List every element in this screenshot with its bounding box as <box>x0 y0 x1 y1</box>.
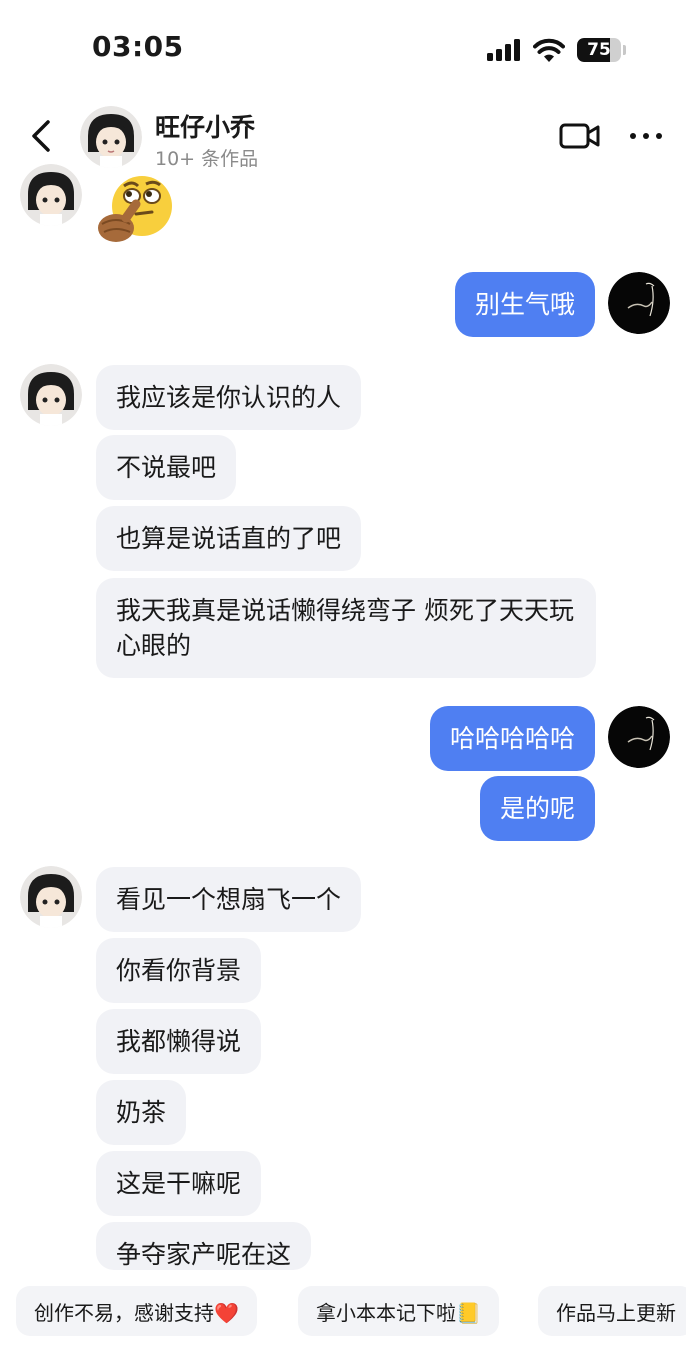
incoming-message[interactable]: 你看你背景 <box>96 938 262 1003</box>
incoming-message[interactable]: 争夺家产呢在这 <box>96 1222 312 1270</box>
incoming-message[interactable]: 我都懒得说 <box>96 1009 262 1074</box>
contact-avatar[interactable] <box>80 106 142 168</box>
incoming-message[interactable]: 奶茶 <box>96 1080 187 1145</box>
outgoing-message[interactable]: 别生气哦 <box>454 272 595 337</box>
incoming-message[interactable]: 也算是说话直的了吧 <box>96 506 362 571</box>
video-call-button[interactable] <box>558 118 602 154</box>
my-avatar[interactable] <box>608 706 670 768</box>
battery-percentage: 75 <box>587 40 611 60</box>
contact-avatar-small[interactable] <box>20 364 82 426</box>
incoming-message[interactable]: 不说最吧 <box>96 435 237 500</box>
signal-icon <box>487 39 520 61</box>
status-bar: 03:05 75 <box>0 0 686 100</box>
back-button[interactable] <box>22 114 62 158</box>
contact-subtitle: 10+ 条作品 <box>155 148 259 170</box>
outgoing-message[interactable]: 是的呢 <box>479 776 595 841</box>
battery-icon: 75 <box>577 38 621 62</box>
quick-reply-bar: 创作不易，感谢支持❤️ 拿小本本记下啦📒 作品马上更新 <box>0 1282 686 1342</box>
incoming-message[interactable]: 我天我真是说话懒得绕弯子 烦死了天天玩心眼的 <box>96 578 596 678</box>
video-camera-icon <box>559 123 600 149</box>
chat-header: 旺仔小乔 10+ 条作品 <box>0 100 686 172</box>
quick-reply-chip[interactable]: 拿小本本记下啦📒 <box>298 1286 499 1336</box>
my-avatar[interactable] <box>608 272 670 334</box>
quick-reply-chip[interactable]: 作品马上更新 <box>538 1286 686 1336</box>
incoming-message[interactable]: 我应该是你认识的人 <box>96 365 362 430</box>
incoming-message[interactable]: 这是干嘛呢 <box>96 1151 262 1216</box>
status-icons: 75 <box>487 38 626 62</box>
contact-avatar-small[interactable] <box>20 164 82 226</box>
thinking-emoji-sticker <box>96 174 180 246</box>
incoming-message[interactable]: 看见一个想扇飞一个 <box>96 867 362 932</box>
status-time: 03:05 <box>92 30 184 63</box>
outgoing-message[interactable]: 哈哈哈哈哈 <box>429 706 595 771</box>
contact-avatar-small[interactable] <box>20 866 82 928</box>
chevron-left-icon <box>32 120 50 152</box>
more-dots-icon <box>630 133 662 139</box>
wifi-icon <box>533 38 565 62</box>
more-options-button[interactable] <box>626 118 666 154</box>
contact-name: 旺仔小乔 <box>155 113 256 142</box>
quick-reply-chip[interactable]: 创作不易，感谢支持❤️ <box>16 1286 257 1336</box>
